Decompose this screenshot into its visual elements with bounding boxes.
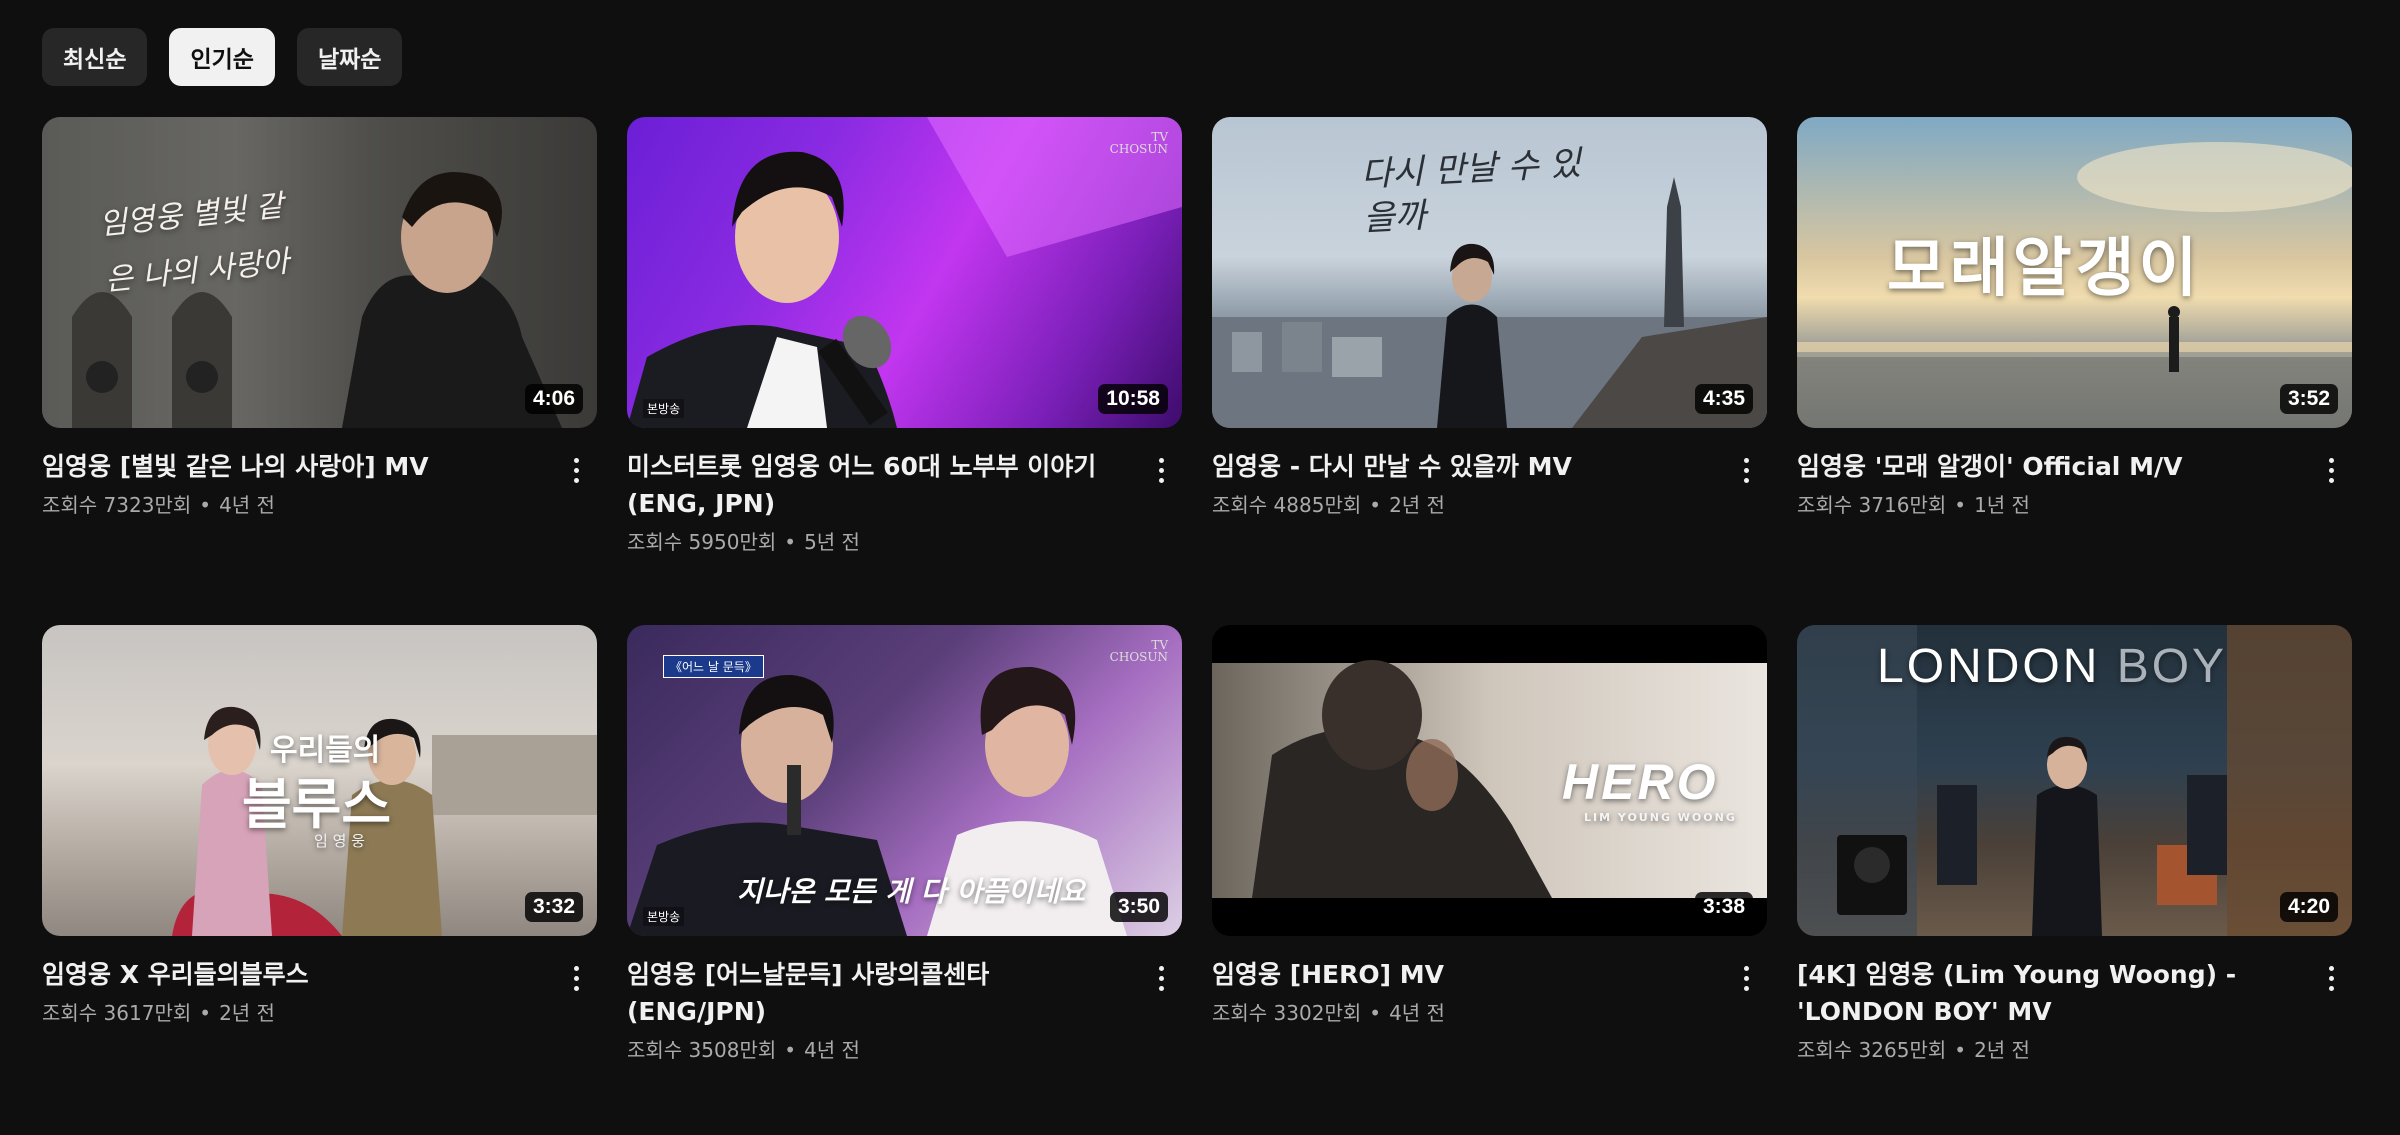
view-count: 조회수 3716만회: [1797, 493, 1947, 517]
video-card: 임영웅 별빛 같은 나의 사랑아 4:06 임영웅 [별빛 같은 나의 사랑아]…: [42, 117, 597, 625]
video-info: 조회수 4885만회 • 2년 전: [1212, 491, 1717, 519]
thumbnail-caption: 모래알갱이: [1887, 231, 2202, 306]
video-info: 조회수 5950만회 • 5년 전: [627, 528, 1132, 556]
video-thumbnail[interactable]: HERO LIM YOUNG WOONG 3:38: [1212, 625, 1767, 936]
separator-dot: •: [1954, 1038, 1967, 1062]
video-info: 조회수 7323만회 • 4년 전: [42, 491, 547, 519]
more-options-icon[interactable]: [1146, 452, 1176, 488]
video-info: 조회수 3617만회 • 2년 전: [42, 999, 547, 1027]
video-thumbnail[interactable]: TV CHOSUN 《어느 날 문득》 지나온 모든 게 다 아픔이네요 본방송…: [627, 625, 1182, 936]
separator-dot: •: [784, 1038, 797, 1062]
thumbnail-caption: 임영웅 별빛 같은 나의 사랑아: [97, 188, 291, 299]
video-duration: 3:52: [2279, 384, 2338, 414]
video-info: 조회수 3716만회 • 1년 전: [1797, 491, 2302, 519]
view-count: 조회수 7323만회: [42, 493, 192, 517]
video-thumbnail[interactable]: 임영웅 별빛 같은 나의 사랑아 4:06: [42, 117, 597, 428]
thumbnail-caption: 지나온 모든 게 다 아픔이네요: [737, 875, 1086, 908]
upload-age: 1년 전: [1974, 493, 2030, 517]
video-thumbnail[interactable]: 우리들의 블루스 임 영 웅 3:32: [42, 625, 597, 936]
thumbnail-caption-line2: 블루스: [242, 773, 392, 836]
video-card: LONDON BOY 4:20 [4K] 임영웅 (Lim Young Woon…: [1797, 625, 2352, 1135]
video-card: TV CHOSUN 《어느 날 문득》 지나온 모든 게 다 아픔이네요 본방송…: [627, 625, 1182, 1135]
video-info: 조회수 3265만회 • 2년 전: [1797, 1036, 2302, 1064]
video-duration: 4:35: [1694, 384, 1753, 414]
broadcast-badge: 본방송: [643, 399, 685, 418]
video-title[interactable]: 임영웅 [어느날문득] 사랑의콜센타 (ENG/JPN): [627, 956, 1132, 1030]
separator-dot: •: [784, 530, 797, 554]
separator-dot: •: [1369, 1001, 1382, 1025]
upload-age: 4년 전: [219, 493, 275, 517]
video-duration: 3:32: [524, 892, 583, 922]
upload-age: 5년 전: [804, 530, 860, 554]
video-info: 조회수 3508만회 • 4년 전: [627, 1036, 1132, 1064]
video-title[interactable]: 임영웅 X 우리들의블루스: [42, 956, 547, 993]
view-count: 조회수 3302만회: [1212, 1001, 1362, 1025]
caption-word-boy: BOY: [2116, 640, 2228, 693]
thumbnail-art: [627, 117, 1182, 428]
video-info: 조회수 3302만회 • 4년 전: [1212, 999, 1717, 1027]
thumbnail-caption: HERO: [1562, 754, 1719, 810]
video-card: TV CHOSUN 본방송 10:58 미스터트롯 임영웅 어느 60대 노부부…: [627, 117, 1182, 625]
chip-latest[interactable]: 최신순: [42, 28, 148, 86]
video-card: 다시 만날 수 있을까 4:35 임영웅 - 다시 만날 수 있을까 MV 조회…: [1212, 117, 1767, 625]
video-card: 우리들의 블루스 임 영 웅 3:32 임영웅 X 우리들의블루스 조회수 36…: [42, 625, 597, 1135]
separator-dot: •: [199, 493, 212, 517]
video-thumbnail[interactable]: 모래알갱이 3:52: [1797, 117, 2352, 428]
sort-chips: 최신순 인기순 날짜순: [42, 28, 403, 86]
more-options-icon[interactable]: [561, 452, 591, 488]
more-options-icon[interactable]: [1146, 960, 1176, 996]
video-duration: 10:58: [1098, 384, 1168, 414]
video-title[interactable]: [4K] 임영웅 (Lim Young Woong) - 'LONDON BOY…: [1797, 956, 2302, 1030]
chip-date[interactable]: 날짜순: [296, 28, 403, 86]
upload-age: 4년 전: [804, 1038, 860, 1062]
video-card: HERO LIM YOUNG WOONG 3:38 임영웅 [HERO] MV …: [1212, 625, 1767, 1135]
thumbnail-subcaption: LIM YOUNG WOONG: [1584, 811, 1737, 824]
caption-tag: 《어느 날 문득》: [663, 655, 764, 678]
video-card: 모래알갱이 3:52 임영웅 '모래 알갱이' Official M/V 조회수…: [1797, 117, 2352, 625]
video-thumbnail[interactable]: LONDON BOY 4:20: [1797, 625, 2352, 936]
video-duration: 3:50: [1109, 892, 1168, 922]
view-count: 조회수 5950만회: [627, 530, 777, 554]
upload-age: 2년 전: [1389, 493, 1445, 517]
view-count: 조회수 3508만회: [627, 1038, 777, 1062]
more-options-icon[interactable]: [1731, 960, 1761, 996]
video-title[interactable]: 임영웅 - 다시 만날 수 있을까 MV: [1212, 448, 1717, 485]
video-duration: 3:38: [1694, 892, 1753, 922]
view-count: 조회수 4885만회: [1212, 493, 1362, 517]
thumbnail-caption: 다시 만날 수 있을까: [1359, 143, 1582, 239]
video-grid: 임영웅 별빛 같은 나의 사랑아 4:06 임영웅 [별빛 같은 나의 사랑아]…: [42, 117, 2352, 1135]
separator-dot: •: [199, 1001, 212, 1025]
more-options-icon[interactable]: [2316, 452, 2346, 488]
more-options-icon[interactable]: [561, 960, 591, 996]
more-options-icon[interactable]: [2316, 960, 2346, 996]
caption-word-london: LONDON: [1877, 640, 2101, 693]
separator-dot: •: [1369, 493, 1382, 517]
separator-dot: •: [1954, 493, 1967, 517]
thumbnail-caption: LONDON BOY: [1877, 639, 2227, 694]
video-title[interactable]: 미스터트롯 임영웅 어느 60대 노부부 이야기 (ENG, JPN): [627, 448, 1132, 522]
video-thumbnail[interactable]: 다시 만날 수 있을까 4:35: [1212, 117, 1767, 428]
upload-age: 2년 전: [219, 1001, 275, 1025]
thumbnail-caption-line3: 임 영 웅: [314, 832, 365, 850]
video-duration: 4:20: [2279, 892, 2338, 922]
chip-popular[interactable]: 인기순: [169, 28, 275, 86]
video-title[interactable]: 임영웅 [HERO] MV: [1212, 956, 1717, 993]
channel-logo: TV CHOSUN: [1109, 638, 1168, 664]
video-thumbnail[interactable]: TV CHOSUN 본방송 10:58: [627, 117, 1182, 428]
view-count: 조회수 3617만회: [42, 1001, 192, 1025]
upload-age: 4년 전: [1389, 1001, 1445, 1025]
video-title[interactable]: 임영웅 [별빛 같은 나의 사랑아] MV: [42, 448, 547, 485]
video-title[interactable]: 임영웅 '모래 알갱이' Official M/V: [1797, 448, 2302, 485]
upload-age: 2년 전: [1974, 1038, 2030, 1062]
channel-logo: TV CHOSUN: [1109, 130, 1168, 156]
more-options-icon[interactable]: [1731, 452, 1761, 488]
video-duration: 4:06: [524, 384, 583, 414]
broadcast-badge: 본방송: [643, 907, 685, 926]
view-count: 조회수 3265만회: [1797, 1038, 1947, 1062]
